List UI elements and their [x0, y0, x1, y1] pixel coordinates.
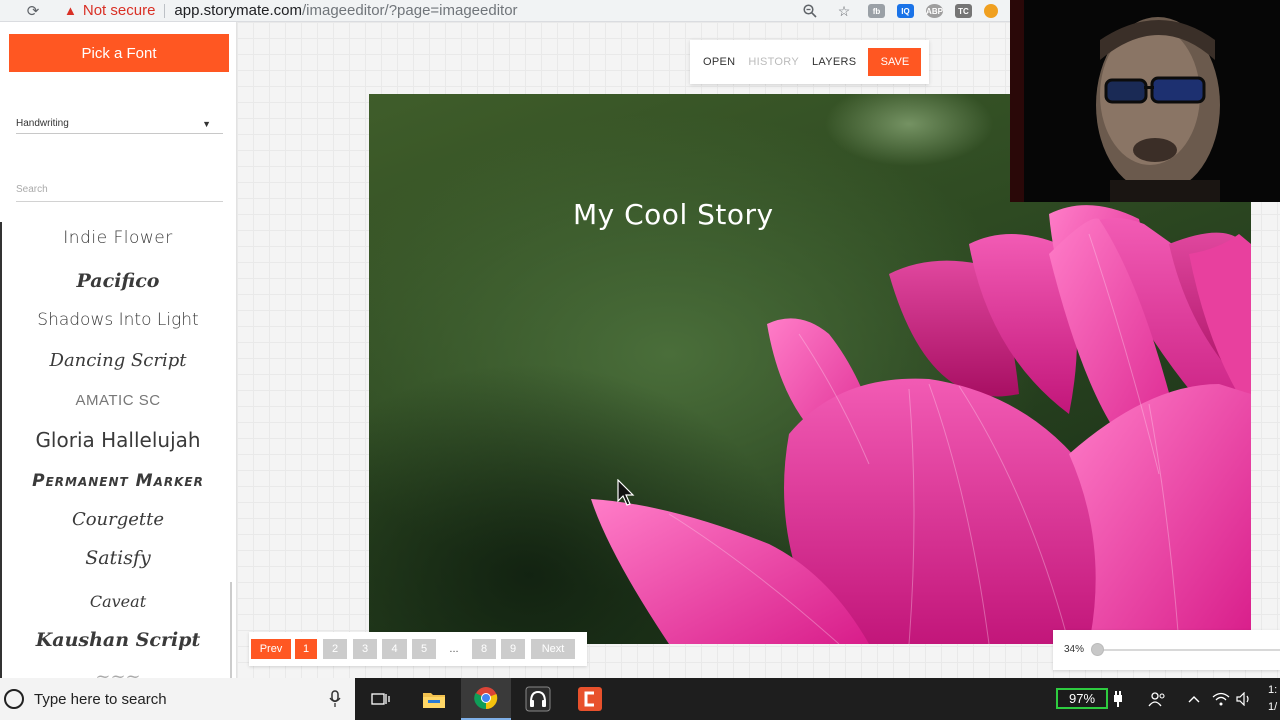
- font-item-pacifico[interactable]: Pacifico: [2, 270, 232, 292]
- url-host: app.storymate.com: [174, 2, 302, 19]
- chrome-icon[interactable]: [461, 678, 511, 720]
- font-item-dancing-script[interactable]: Dancing Script: [2, 350, 232, 371]
- zoom-slider-thumb[interactable]: [1091, 643, 1104, 656]
- chevron-up-icon[interactable]: [1188, 678, 1200, 720]
- page-button-2[interactable]: 2: [323, 639, 347, 659]
- taskbar-search-box[interactable]: Type here to search: [0, 678, 355, 720]
- mouse-cursor-icon: [617, 478, 635, 512]
- pagination: Prev 1 2 3 4 5 ... 8 9 Next: [249, 632, 587, 666]
- font-item-indie-flower[interactable]: Indie Flower: [2, 228, 232, 248]
- chevron-down-icon: ▼: [202, 118, 211, 129]
- extension-tc-icon[interactable]: TC: [955, 4, 972, 18]
- wifi-icon[interactable]: [1212, 678, 1230, 720]
- address-separator: [164, 3, 166, 18]
- page-button-9[interactable]: 9: [501, 639, 525, 659]
- editor-toolbar: OPEN HISTORY LAYERS SAVE: [690, 40, 929, 84]
- warning-icon[interactable]: ▲: [64, 3, 77, 18]
- page-button-1[interactable]: 1: [295, 639, 317, 659]
- page-button-8[interactable]: 8: [472, 639, 496, 659]
- save-button[interactable]: SAVE: [868, 48, 922, 76]
- bookmark-star-icon[interactable]: ☆: [832, 2, 856, 20]
- camtasia-icon[interactable]: [565, 678, 615, 720]
- font-item-kaushan-script[interactable]: Kaushan Script: [2, 629, 232, 651]
- extension-coin-icon[interactable]: [984, 4, 998, 18]
- font-sidebar: Pick a Font Handwriting ▼ Indie Flower P…: [0, 22, 237, 678]
- font-search-input[interactable]: [16, 178, 223, 202]
- extension-abp-icon[interactable]: ABP: [926, 4, 943, 18]
- font-item-caveat[interactable]: Caveat: [2, 592, 232, 611]
- clock-date: 1/: [1268, 701, 1278, 713]
- url-path: /imageeditor/?page=imageeditor: [301, 2, 518, 19]
- page-button-5[interactable]: 5: [412, 639, 436, 659]
- font-item-amatic-sc[interactable]: AMATIC SC: [2, 392, 232, 409]
- page-ellipsis: ...: [449, 643, 459, 655]
- url-field[interactable]: app.storymate.com/imageeditor/?page=imag…: [174, 2, 517, 19]
- clock-time: 1:: [1268, 684, 1278, 696]
- extension-fb-icon[interactable]: fb: [868, 4, 885, 18]
- font-item-courgette[interactable]: Courgette: [2, 509, 232, 530]
- microphone-icon[interactable]: [329, 690, 341, 712]
- font-item-gloria-hallelujah[interactable]: Gloria Hallelujah: [2, 428, 232, 452]
- reload-icon[interactable]: ⟳: [22, 0, 44, 22]
- story-title-text[interactable]: My Cool Story: [573, 198, 774, 231]
- history-button[interactable]: HISTORY: [748, 56, 799, 68]
- webcam-overlay: [1010, 0, 1280, 202]
- zoom-control: 34%: [1053, 630, 1280, 670]
- power-plug-icon[interactable]: [1112, 678, 1124, 720]
- task-view-icon[interactable]: [355, 678, 405, 720]
- font-item-shadows-into-light[interactable]: Shadows Into Light: [2, 310, 232, 330]
- font-category-value: Handwriting: [16, 118, 69, 129]
- file-explorer-icon[interactable]: [409, 678, 459, 720]
- font-list: Indie Flower Pacifico Shadows Into Light…: [0, 222, 232, 678]
- zoom-slider-track[interactable]: [1095, 649, 1280, 651]
- security-label[interactable]: Not secure: [83, 2, 156, 19]
- recorder-app-icon[interactable]: [513, 678, 563, 720]
- screen: ⟳ ▲ Not secure app.storymate.com/imageed…: [0, 0, 1280, 720]
- pick-a-font-button[interactable]: Pick a Font: [9, 34, 229, 72]
- cortana-icon[interactable]: [4, 689, 24, 709]
- volume-icon[interactable]: [1236, 678, 1252, 720]
- zoom-icon[interactable]: [798, 2, 822, 20]
- battery-indicator[interactable]: 97%: [1056, 688, 1108, 709]
- font-list-scrollbar[interactable]: [230, 582, 232, 678]
- font-item-permanent-marker[interactable]: Permanent Marker: [2, 471, 232, 491]
- zoom-value: 34%: [1064, 644, 1085, 655]
- next-page-button[interactable]: Next: [531, 639, 575, 659]
- system-clock[interactable]: 1: 1/: [1268, 682, 1277, 716]
- font-item-satisfy[interactable]: Satisfy: [2, 547, 232, 569]
- layers-button[interactable]: LAYERS: [812, 56, 856, 68]
- windows-taskbar: Type here to search 97% 1: 1/: [0, 678, 1280, 720]
- presenter-face-image: [1010, 0, 1280, 202]
- font-category-select[interactable]: Handwriting ▼: [16, 114, 223, 134]
- prev-page-button[interactable]: Prev: [251, 639, 291, 659]
- page-button-3[interactable]: 3: [353, 639, 377, 659]
- people-icon[interactable]: [1148, 678, 1166, 720]
- font-item-partial[interactable]: ~~~: [2, 666, 232, 678]
- open-button[interactable]: OPEN: [703, 56, 735, 68]
- extension-iq-icon[interactable]: IQ: [897, 4, 914, 18]
- page-button-4[interactable]: 4: [382, 639, 407, 659]
- taskbar-search-placeholder: Type here to search: [34, 690, 167, 708]
